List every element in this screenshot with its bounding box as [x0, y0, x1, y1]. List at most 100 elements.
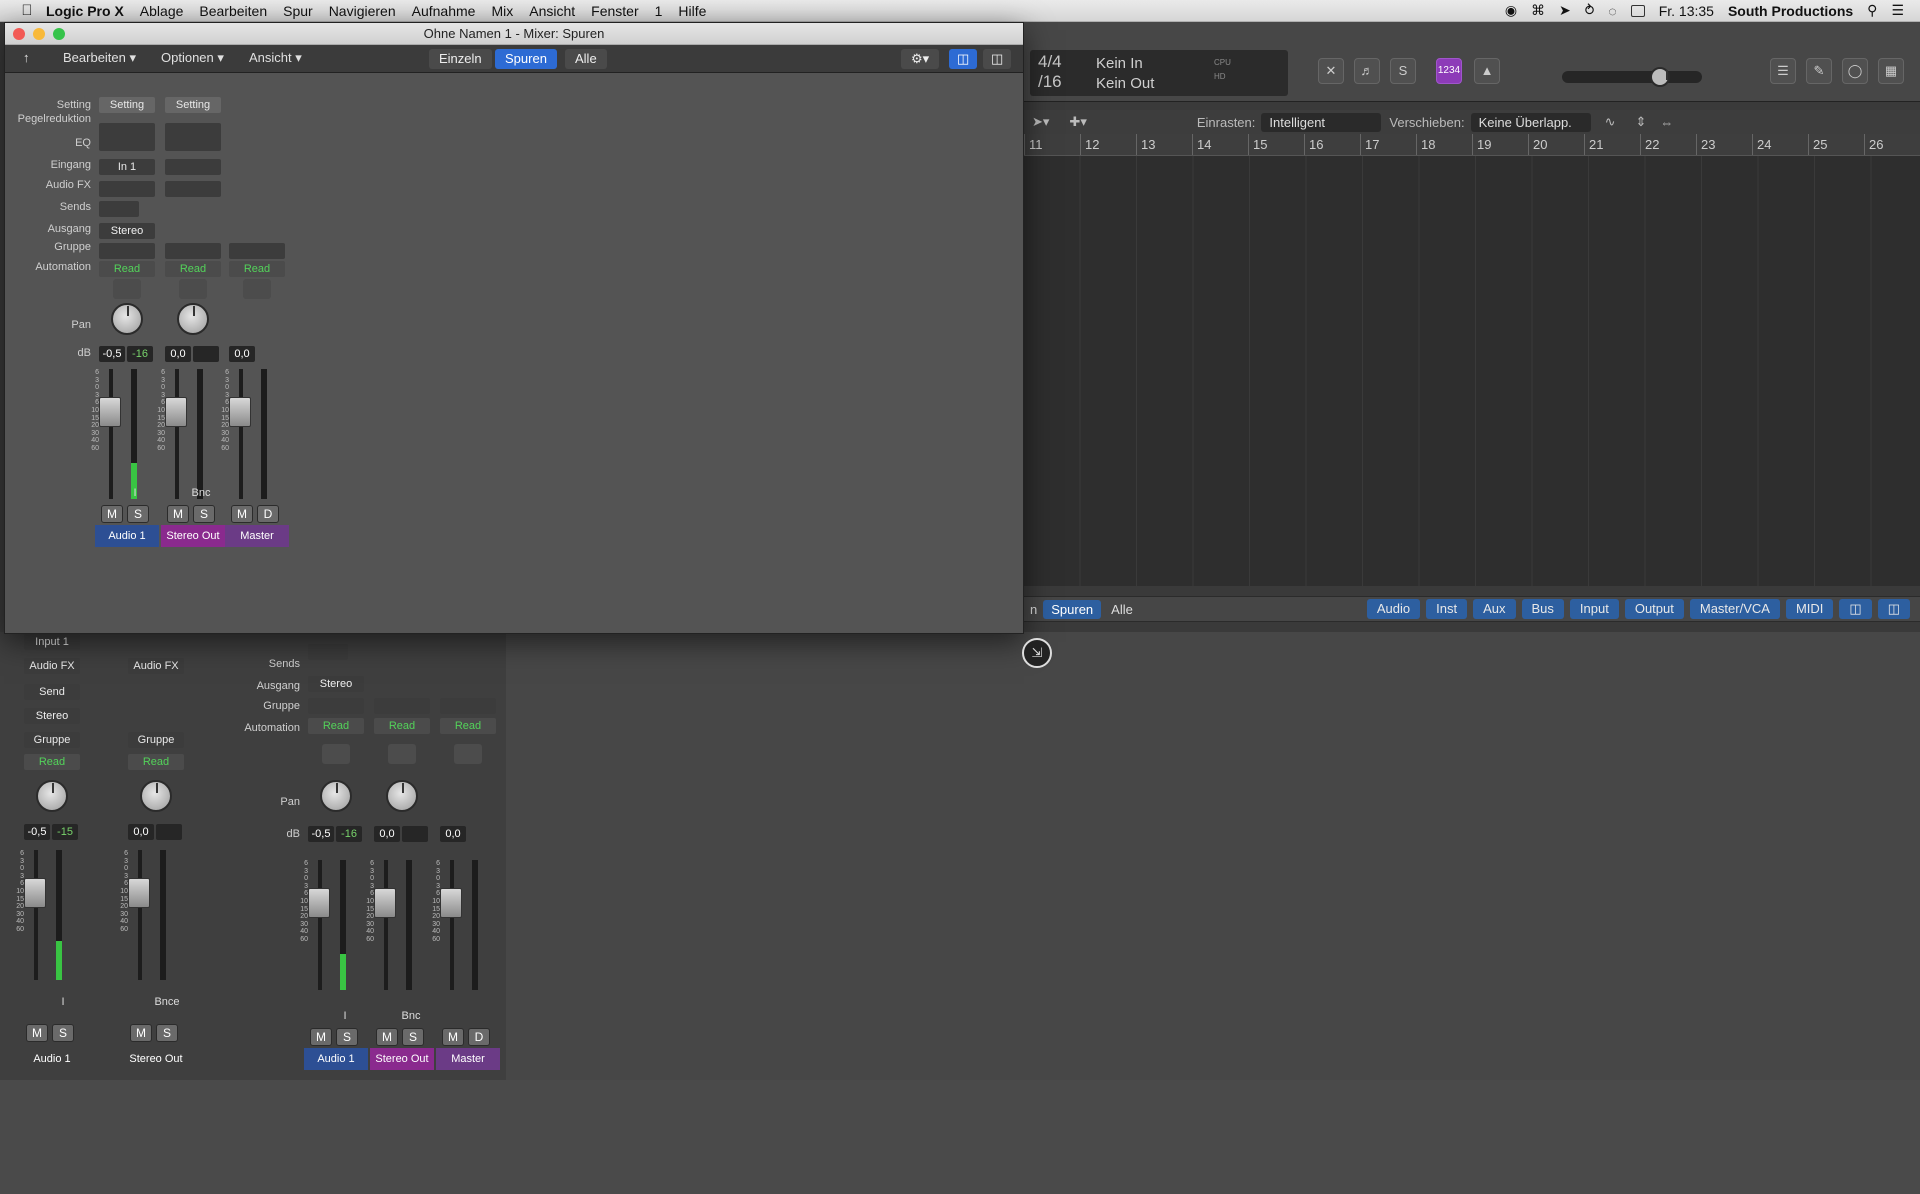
ruler-bar-18[interactable]: 18 [1416, 134, 1472, 155]
waveform-icon[interactable] [322, 744, 350, 764]
menu-aufnahme[interactable]: Aufnahme [404, 3, 484, 19]
menu-fenster[interactable]: Fenster [583, 3, 646, 19]
menu-spur[interactable]: Spur [275, 3, 321, 19]
fader-track[interactable] [384, 860, 388, 990]
fader-handle[interactable] [308, 888, 330, 918]
filter-input[interactable]: Input [1569, 599, 1619, 619]
mute-button[interactable]: M [376, 1028, 398, 1046]
strip-name[interactable]: Audio 1 [20, 1048, 84, 1070]
pan-knob[interactable] [320, 780, 352, 812]
ruler-bar-14[interactable]: 14 [1192, 134, 1248, 155]
list-editors-icon[interactable]: ☰ [1770, 58, 1796, 84]
minimize-icon[interactable] [33, 28, 45, 40]
strip-name[interactable]: Audio 1 [95, 525, 159, 547]
waveform-zoom-icon[interactable]: ∿ [1605, 114, 1616, 130]
waveform-icon[interactable] [243, 279, 271, 299]
output-slot[interactable]: Stereo [99, 223, 155, 239]
bottom-label[interactable]: Bnc [187, 487, 215, 499]
filter-master-vca[interactable]: Master/VCA [1689, 599, 1780, 619]
group-slot[interactable]: Gruppe [128, 732, 184, 748]
bottom-label[interactable]: Bnc [396, 1010, 426, 1022]
filter-spuren[interactable]: Spuren [1043, 599, 1102, 619]
notification-center-icon[interactable]: ☰ [1891, 2, 1904, 19]
snap-select[interactable]: Intelligent [1261, 112, 1382, 132]
tracks-area[interactable] [1024, 156, 1920, 586]
up-arrow-icon[interactable]: ↑ [23, 50, 30, 65]
output-slot[interactable]: Stereo [308, 676, 364, 692]
pointer-tool-icon[interactable]: ➤▾ [1032, 114, 1049, 130]
group-slot[interactable] [308, 698, 364, 714]
automation-read-button[interactable]: Read [374, 718, 430, 734]
solo-icon[interactable]: S [1390, 58, 1416, 84]
bar-ruler[interactable]: 11 12 13 14 15 16 17 18 19 20 21 22 23 24 25 26 [1024, 134, 1920, 156]
fader-handle[interactable] [440, 888, 462, 918]
solo-button[interactable]: S [156, 1024, 178, 1042]
waveform-icon[interactable] [179, 279, 207, 299]
filter-midi[interactable]: MIDI [1785, 599, 1834, 619]
vertical-zoom-icon[interactable]: ⇕ [1635, 114, 1646, 130]
filter-output[interactable]: Output [1624, 599, 1684, 619]
narrow-strips-icon[interactable]: ◫ [983, 49, 1012, 69]
bottom-label[interactable]: I [46, 996, 80, 1008]
fader-handle[interactable] [24, 878, 46, 908]
ruler-bar-11[interactable]: 11 [1024, 134, 1080, 155]
waveform-icon[interactable] [388, 744, 416, 764]
group-slot[interactable] [229, 243, 285, 259]
solo-button[interactable]: S [127, 505, 149, 523]
narrow-view-icon[interactable]: ◫ [1877, 599, 1910, 619]
gear-icon[interactable]: ⚙▾ [901, 49, 940, 69]
sends-slot[interactable] [308, 644, 348, 660]
menu-app-name[interactable]: Logic Pro X [38, 3, 132, 19]
sync-icon[interactable]: ⥁ [1585, 2, 1595, 19]
fader-track[interactable] [450, 860, 454, 990]
ruler-bar-13[interactable]: 13 [1136, 134, 1192, 155]
menu-clock[interactable]: Fr. 13:35 [1659, 3, 1714, 19]
ruler-bar-25[interactable]: 25 [1808, 134, 1864, 155]
ruler-bar-21[interactable]: 21 [1584, 134, 1640, 155]
filter-aux[interactable]: Aux [1473, 599, 1516, 619]
fader-handle[interactable] [374, 888, 396, 918]
drag-select[interactable]: Keine Überlapp. [1470, 112, 1591, 132]
menu-bearbeiten[interactable]: Bearbeiten [191, 3, 275, 19]
automation-read-button[interactable]: Read [229, 261, 285, 277]
ruler-bar-19[interactable]: 19 [1472, 134, 1528, 155]
automation-read-button[interactable]: Read [440, 718, 496, 734]
fader-track[interactable] [318, 860, 322, 990]
ruler-bar-22[interactable]: 22 [1640, 134, 1696, 155]
close-icon[interactable] [13, 28, 25, 40]
pan-knob[interactable] [36, 780, 68, 812]
solo-button[interactable]: S [193, 505, 215, 523]
input-slot[interactable]: In 1 [99, 159, 155, 175]
automation-read-button[interactable]: Read [128, 754, 184, 770]
menu-ablage[interactable]: Ablage [132, 3, 192, 19]
output-slot[interactable]: Stereo [24, 708, 80, 724]
ruler-bar-20[interactable]: 20 [1528, 134, 1584, 155]
audiofx-slot[interactable]: Audio FX [128, 658, 184, 674]
ruler-bar-15[interactable]: 15 [1248, 134, 1304, 155]
view-alle[interactable]: Alle [565, 49, 607, 69]
ruler-bar-24[interactable]: 24 [1752, 134, 1808, 155]
spotlight-icon[interactable]: ⚲ [1867, 2, 1877, 19]
filter-inst[interactable]: Inst [1426, 599, 1468, 619]
link-icon[interactable] [165, 159, 221, 175]
zoom-icon[interactable] [53, 28, 65, 40]
crosshair-tool-icon[interactable]: ✚▾ [1069, 114, 1086, 130]
filter-view-prefix[interactable]: n [1024, 602, 1043, 617]
ruler-bar-26[interactable]: 26 [1864, 134, 1920, 155]
ruler-bar-17[interactable]: 17 [1360, 134, 1416, 155]
mute-button[interactable]: M [130, 1024, 152, 1042]
wide-view-icon[interactable]: ◫ [1839, 599, 1872, 619]
fader-handle[interactable] [99, 397, 121, 427]
solo-button[interactable]: D [468, 1028, 490, 1046]
audiofx-slot[interactable] [165, 181, 221, 197]
airplay-icon[interactable] [1630, 4, 1645, 17]
master-volume-knob[interactable] [1650, 67, 1670, 87]
menu-hilfe[interactable]: Hilfe [670, 3, 714, 19]
menu-mixer-bearbeiten[interactable]: Bearbeiten ▾ [63, 50, 136, 66]
lcd-display[interactable]: 4/4/16 Kein In Kein Out CPU HD [1030, 50, 1288, 96]
solo-button[interactable]: S [336, 1028, 358, 1046]
menu-mix[interactable]: Mix [483, 3, 521, 19]
mute-button[interactable]: M [101, 505, 123, 523]
bottom-label[interactable]: I [330, 1010, 360, 1022]
fader-track[interactable] [109, 369, 113, 499]
